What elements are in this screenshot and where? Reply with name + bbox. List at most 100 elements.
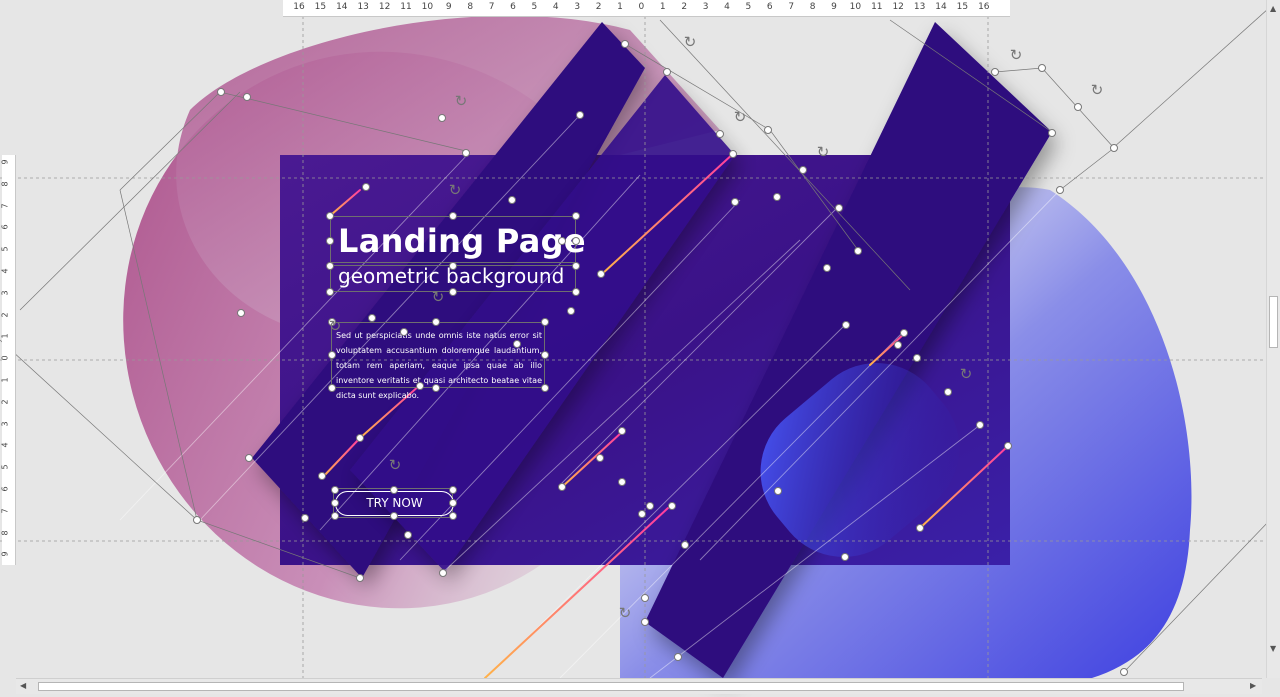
slide-body-text[interactable]: Sed ut perspiciatis unde omnis iste natu… <box>336 328 542 403</box>
vertical-scrollbar[interactable]: ▲ ▼ <box>1266 0 1280 678</box>
resize-handle[interactable] <box>439 569 447 577</box>
scroll-arrow-left-icon[interactable]: ◀ <box>20 681 26 690</box>
resize-handle[interactable] <box>773 193 781 201</box>
resize-handle[interactable] <box>1110 144 1118 152</box>
resize-handle[interactable] <box>541 318 549 326</box>
resize-handle[interactable] <box>462 149 470 157</box>
rotate-handle-icon[interactable]: ↻ <box>732 109 748 125</box>
resize-handle[interactable] <box>331 512 339 520</box>
resize-handle[interactable] <box>326 212 334 220</box>
resize-handle[interactable] <box>508 196 516 204</box>
vertical-scroll-thumb[interactable] <box>1269 296 1278 348</box>
horizontal-ruler[interactable]: 16 15 14 13 12 11 10 9 8 7 6 5 4 3 2 1 0 1 2 3 4 5 6 7 8 9 10 11 12 1… <box>283 0 1010 17</box>
resize-handle[interactable] <box>541 351 549 359</box>
resize-handle[interactable] <box>1004 442 1012 450</box>
resize-handle[interactable] <box>638 510 646 518</box>
rotate-handle-icon[interactable]: ↻ <box>430 289 446 305</box>
rotate-handle-icon[interactable]: ↻ <box>815 144 831 160</box>
resize-handle[interactable] <box>449 262 457 270</box>
resize-handle[interactable] <box>596 454 604 462</box>
rotate-handle-icon[interactable]: ↻ <box>682 34 698 50</box>
horizontal-scroll-thumb[interactable] <box>38 682 1184 691</box>
rotate-handle-icon[interactable]: ↻ <box>453 93 469 109</box>
rotate-handle-icon[interactable]: ↻ <box>1089 82 1105 98</box>
resize-handle[interactable] <box>641 618 649 626</box>
resize-handle[interactable] <box>944 388 952 396</box>
resize-handle[interactable] <box>362 183 370 191</box>
resize-handle[interactable] <box>854 247 862 255</box>
resize-handle[interactable] <box>641 594 649 602</box>
rotate-handle-icon[interactable]: ↻ <box>447 182 463 198</box>
resize-handle[interactable] <box>326 237 334 245</box>
resize-handle[interactable] <box>326 288 334 296</box>
resize-handle[interactable] <box>318 472 326 480</box>
resize-handle[interactable] <box>368 314 376 322</box>
scroll-arrow-down-icon[interactable]: ▼ <box>1270 644 1276 653</box>
resize-handle[interactable] <box>449 212 457 220</box>
resize-handle[interactable] <box>913 354 921 362</box>
resize-handle[interactable] <box>842 321 850 329</box>
resize-handle[interactable] <box>390 486 398 494</box>
resize-handle[interactable] <box>621 40 629 48</box>
resize-handle[interactable] <box>567 307 575 315</box>
resize-handle[interactable] <box>576 111 584 119</box>
resize-handle[interactable] <box>774 487 782 495</box>
scroll-arrow-right-icon[interactable]: ▶ <box>1250 681 1256 690</box>
scroll-arrow-up-icon[interactable]: ▲ <box>1270 4 1276 13</box>
resize-handle[interactable] <box>841 553 849 561</box>
rotate-handle-icon[interactable]: ↻ <box>617 605 633 621</box>
resize-handle[interactable] <box>438 114 446 122</box>
resize-handle[interactable] <box>449 499 457 507</box>
resize-handle[interactable] <box>1038 64 1046 72</box>
resize-handle[interactable] <box>245 454 253 462</box>
resize-handle[interactable] <box>572 212 580 220</box>
rotate-handle-icon[interactable]: ↻ <box>387 457 403 473</box>
resize-handle[interactable] <box>432 318 440 326</box>
resize-handle[interactable] <box>900 329 908 337</box>
resize-handle[interactable] <box>237 309 245 317</box>
resize-handle[interactable] <box>449 486 457 494</box>
resize-handle[interactable] <box>513 340 521 348</box>
resize-handle[interactable] <box>449 288 457 296</box>
horizontal-scrollbar[interactable]: ◀ ▶ <box>16 678 1262 694</box>
resize-handle[interactable] <box>618 478 626 486</box>
resize-handle[interactable] <box>991 68 999 76</box>
resize-handle[interactable] <box>663 68 671 76</box>
resize-handle[interactable] <box>916 524 924 532</box>
resize-handle[interactable] <box>572 237 580 245</box>
resize-handle[interactable] <box>432 384 440 392</box>
resize-handle[interactable] <box>404 531 412 539</box>
resize-handle[interactable] <box>356 574 364 582</box>
resize-handle[interactable] <box>823 264 831 272</box>
resize-handle[interactable] <box>674 653 682 661</box>
resize-handle[interactable] <box>301 514 309 522</box>
resize-handle[interactable] <box>558 483 566 491</box>
resize-handle[interactable] <box>400 328 408 336</box>
rotate-handle-icon[interactable]: ↻ <box>958 366 974 382</box>
resize-handle[interactable] <box>449 512 457 520</box>
resize-handle[interactable] <box>558 237 566 245</box>
resize-handle[interactable] <box>618 427 626 435</box>
resize-handle[interactable] <box>681 541 689 549</box>
resize-handle[interactable] <box>716 130 724 138</box>
resize-handle[interactable] <box>597 270 605 278</box>
resize-handle[interactable] <box>572 262 580 270</box>
slide-editor-canvas[interactable]: Landing Page geometric background Sed ut… <box>0 0 1280 697</box>
resize-handle[interactable] <box>390 512 398 520</box>
resize-handle[interactable] <box>1120 668 1128 676</box>
rotate-handle-icon[interactable]: ↻ <box>327 318 343 334</box>
resize-handle[interactable] <box>572 288 580 296</box>
resize-handle[interactable] <box>356 434 364 442</box>
resize-handle[interactable] <box>731 198 739 206</box>
resize-handle[interactable] <box>1048 129 1056 137</box>
resize-handle[interactable] <box>193 516 201 524</box>
resize-handle[interactable] <box>1056 186 1064 194</box>
resize-handle[interactable] <box>217 88 225 96</box>
resize-handle[interactable] <box>894 341 902 349</box>
resize-handle[interactable] <box>835 204 843 212</box>
vertical-ruler[interactable]: 9 8 7 6 5 4 3 2 1 0 1 2 3 4 5 6 7 8 9 <box>1 155 16 565</box>
resize-handle[interactable] <box>326 262 334 270</box>
resize-handle[interactable] <box>646 502 654 510</box>
resize-handle[interactable] <box>328 384 336 392</box>
resize-handle[interactable] <box>1074 103 1082 111</box>
